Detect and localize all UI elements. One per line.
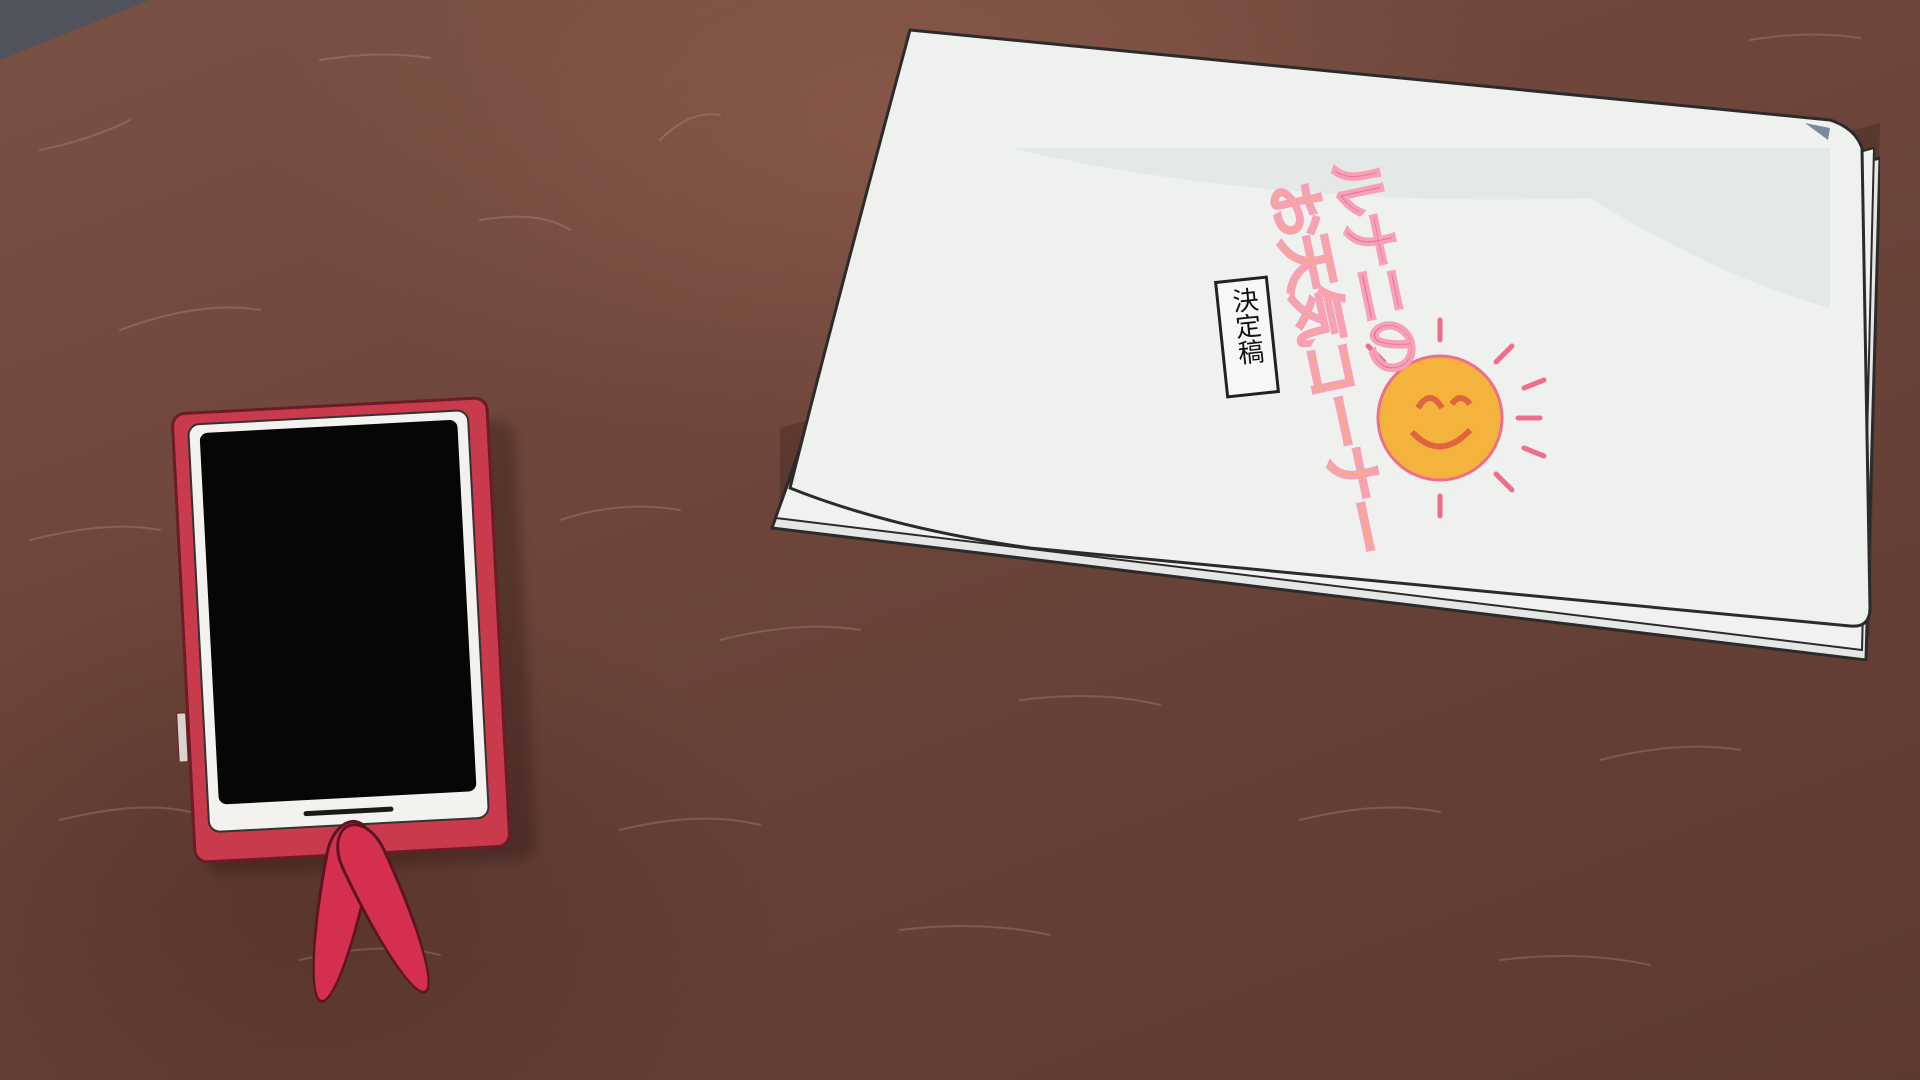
phone-bezel <box>186 409 491 834</box>
phone-speaker <box>303 806 394 817</box>
scene: ルナニの お天気コーナー 決定稿 <box>0 0 1920 1080</box>
document-title-logo: ルナニの お天気コーナー <box>1256 150 1610 560</box>
smartphone <box>170 395 512 1008</box>
draft-stamp-text: 決定稿 <box>1226 285 1265 367</box>
phone-screen <box>199 419 477 805</box>
